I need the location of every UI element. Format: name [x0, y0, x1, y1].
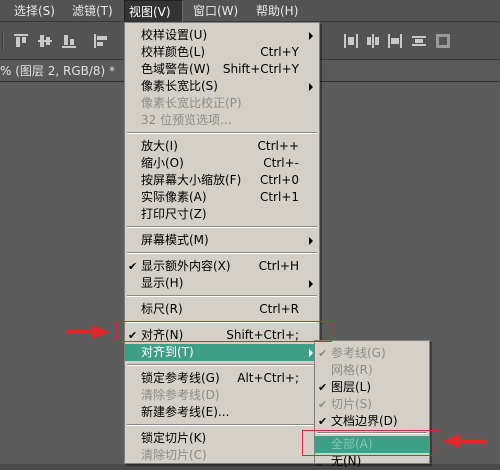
menu-item-print-size[interactable]: 打印尺寸(Z)	[125, 206, 319, 223]
menu-separator	[127, 132, 317, 134]
menu-item-zoom-out[interactable]: 缩小(O) Ctrl+-	[125, 155, 319, 172]
check-icon: ✔	[318, 415, 328, 428]
menu-separator	[127, 321, 317, 323]
menu-item-lock-guides[interactable]: 锁定参考线(G) Alt+Ctrl+;	[125, 370, 319, 387]
distribute-right-icon[interactable]	[388, 34, 402, 48]
align-bottom-icon[interactable]	[62, 34, 76, 48]
submenu-item-guides[interactable]: ✔ 参考线(G)	[315, 345, 429, 362]
menu-bar: 选择(S) 滤镜(T) 视图(V) 窗口(W) 帮助(H)	[0, 0, 500, 22]
auto-align-icon[interactable]	[436, 34, 450, 48]
menu-item-lock-slices[interactable]: 锁定切片(K)	[125, 430, 319, 447]
submenu-arrow-icon	[309, 32, 313, 40]
menu-item-clear-guides: 清除参考线(D)	[141, 388, 220, 402]
menu-item-gamut-warning[interactable]: 色域警告(W) Shift+Ctrl+Y	[125, 61, 319, 78]
menu-item-clear-slices: 清除切片(C)	[141, 448, 207, 462]
menu-view[interactable]: 视图(V)	[124, 0, 183, 22]
menu-item-pixel-aspect-ratio[interactable]: 像素长宽比(S)	[125, 78, 319, 95]
submenu-arrow-icon	[309, 280, 313, 288]
menu-item-rulers[interactable]: 标尺(R) Ctrl+R	[125, 301, 319, 318]
submenu-item-document-bounds[interactable]: ✔ 文档边界(D)	[315, 413, 429, 430]
menu-item-snap[interactable]: ✔ 对齐(N) Shift+Ctrl+;	[125, 327, 319, 344]
menu-separator	[127, 252, 317, 254]
submenu-arrow-icon	[309, 83, 313, 91]
menu-separator	[127, 364, 317, 366]
annotation-arrow-left-icon	[442, 434, 486, 448]
check-icon: ✔	[128, 329, 138, 342]
menu-help[interactable]: 帮助(H)	[252, 0, 302, 22]
menu-separator	[317, 432, 427, 434]
menu-separator	[127, 295, 317, 297]
distribute-icon[interactable]	[344, 34, 358, 48]
menu-separator	[127, 424, 317, 426]
submenu-item-grid[interactable]: 网格(R)	[315, 362, 429, 379]
menu-item-pixel-aspect-correction: 像素长宽比校正(P)	[141, 96, 242, 110]
submenu-arrow-icon	[309, 349, 313, 357]
menu-select[interactable]: 选择(S)	[10, 0, 59, 22]
menu-item-zoom-in[interactable]: 放大(I) Ctrl++	[125, 138, 319, 155]
check-icon: ✔	[128, 260, 138, 273]
menu-item-proof-colors[interactable]: 校样颜色(L) Ctrl+Y	[125, 44, 319, 61]
check-icon: ✔	[318, 381, 328, 394]
menu-item-screen-mode[interactable]: 屏幕模式(M)	[125, 232, 319, 249]
submenu-arrow-icon	[309, 237, 313, 245]
align-top-icon[interactable]	[14, 34, 28, 48]
snap-to-submenu: ✔ 参考线(G) 网格(R) ✔ 图层(L) ✔ 切片(S) ✔ 文档边界(D) 全部(…	[314, 340, 430, 468]
submenu-item-all[interactable]: 全部(A)	[315, 436, 429, 453]
submenu-item-none[interactable]: 无(N)	[315, 453, 429, 470]
check-icon: ✔	[318, 398, 328, 411]
menu-item-extras[interactable]: ✔ 显示额外内容(X) Ctrl+H	[125, 258, 319, 275]
menu-filter[interactable]: 滤镜(T)	[68, 0, 117, 22]
menu-window[interactable]: 窗口(W)	[189, 0, 242, 22]
align-left-icon[interactable]	[94, 34, 108, 48]
align-vcenter-icon[interactable]	[38, 34, 52, 48]
annotation-arrow-right-icon	[66, 325, 110, 339]
view-menu-dropdown: 校样设置(U) 校样颜色(L) Ctrl+Y 色域警告(W) Shift+Ctrl+…	[124, 22, 320, 464]
menu-item-32bit-preview-options: 32 位预览选项...	[141, 113, 232, 127]
menu-item-proof-setup[interactable]: 校样设置(U)	[125, 27, 319, 44]
distribute-spacing-icon[interactable]	[412, 34, 426, 48]
check-icon: ✔	[318, 347, 328, 360]
document-tab-title: % (图层 2, RGB/8) *	[0, 64, 116, 78]
menu-item-new-guide[interactable]: 新建参考线(E)...	[125, 404, 319, 421]
menu-item-show[interactable]: 显示(H)	[125, 275, 319, 292]
menu-item-snap-to[interactable]: 对齐到(T)	[125, 344, 319, 361]
submenu-item-layers[interactable]: ✔ 图层(L)	[315, 379, 429, 396]
submenu-item-slices[interactable]: ✔ 切片(S)	[315, 396, 429, 413]
distribute-hcenter-icon[interactable]	[366, 34, 380, 48]
menu-separator	[127, 226, 317, 228]
menu-item-fit-on-screen[interactable]: 按屏幕大小缩放(F) Ctrl+0	[125, 172, 319, 189]
menu-item-actual-pixels[interactable]: 实际像素(A) Ctrl+1	[125, 189, 319, 206]
toolbar-separator	[2, 32, 4, 50]
